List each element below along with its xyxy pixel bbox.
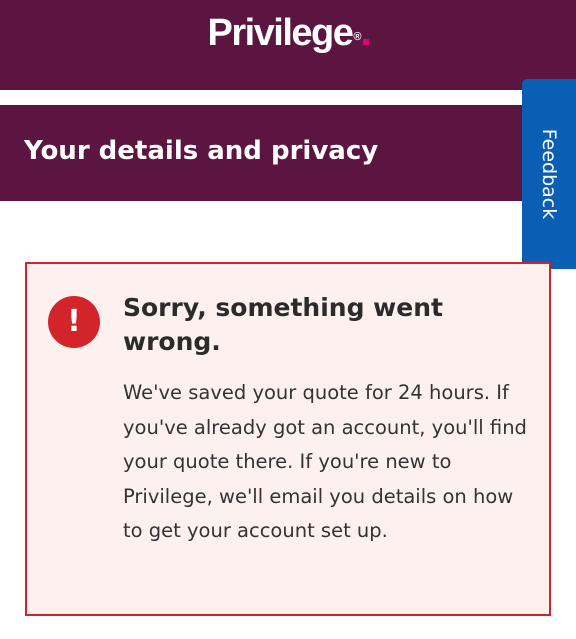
alert-icon: !: [48, 296, 100, 348]
page-title: Your details and privacy: [24, 136, 379, 166]
feedback-label: Feedback: [538, 128, 560, 220]
privilege-logo[interactable]: Privilege®: [0, 10, 576, 56]
error-heading: Sorry, something went wrong.: [123, 293, 443, 356]
error-message: We've saved your quote for 24 hours. If …: [123, 381, 527, 542]
logo-dot-icon: [362, 39, 369, 45]
error-alert: ! Sorry, something went wrong. We've sav…: [25, 262, 551, 616]
logo-text: Privilege: [207, 12, 353, 54]
feedback-button[interactable]: Feedback: [522, 79, 576, 269]
site-header: Privilege®: [0, 0, 576, 90]
registered-mark: ®: [353, 31, 362, 43]
